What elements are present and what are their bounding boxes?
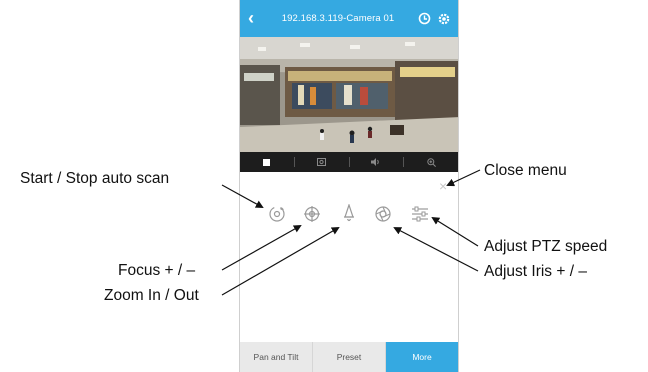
- callout-line-zoom: [221, 226, 340, 296]
- callout-line-ptz-speed: [431, 216, 479, 247]
- callout-focus: Focus + / –: [118, 262, 196, 279]
- callout-line-iris: [393, 227, 479, 272]
- callout-auto-scan: Start / Stop auto scan: [20, 170, 170, 187]
- callout-close-menu: Close menu: [484, 162, 567, 179]
- callout-line-close-menu: [446, 169, 481, 187]
- callout-zoom: Zoom In / Out: [104, 287, 199, 304]
- callout-ptz-speed: Adjust PTZ speed: [484, 238, 608, 255]
- callout-iris: Adjust Iris + / –: [484, 263, 587, 280]
- callout-line-focus: [221, 225, 302, 271]
- callout-line-auto-scan: [221, 184, 264, 208]
